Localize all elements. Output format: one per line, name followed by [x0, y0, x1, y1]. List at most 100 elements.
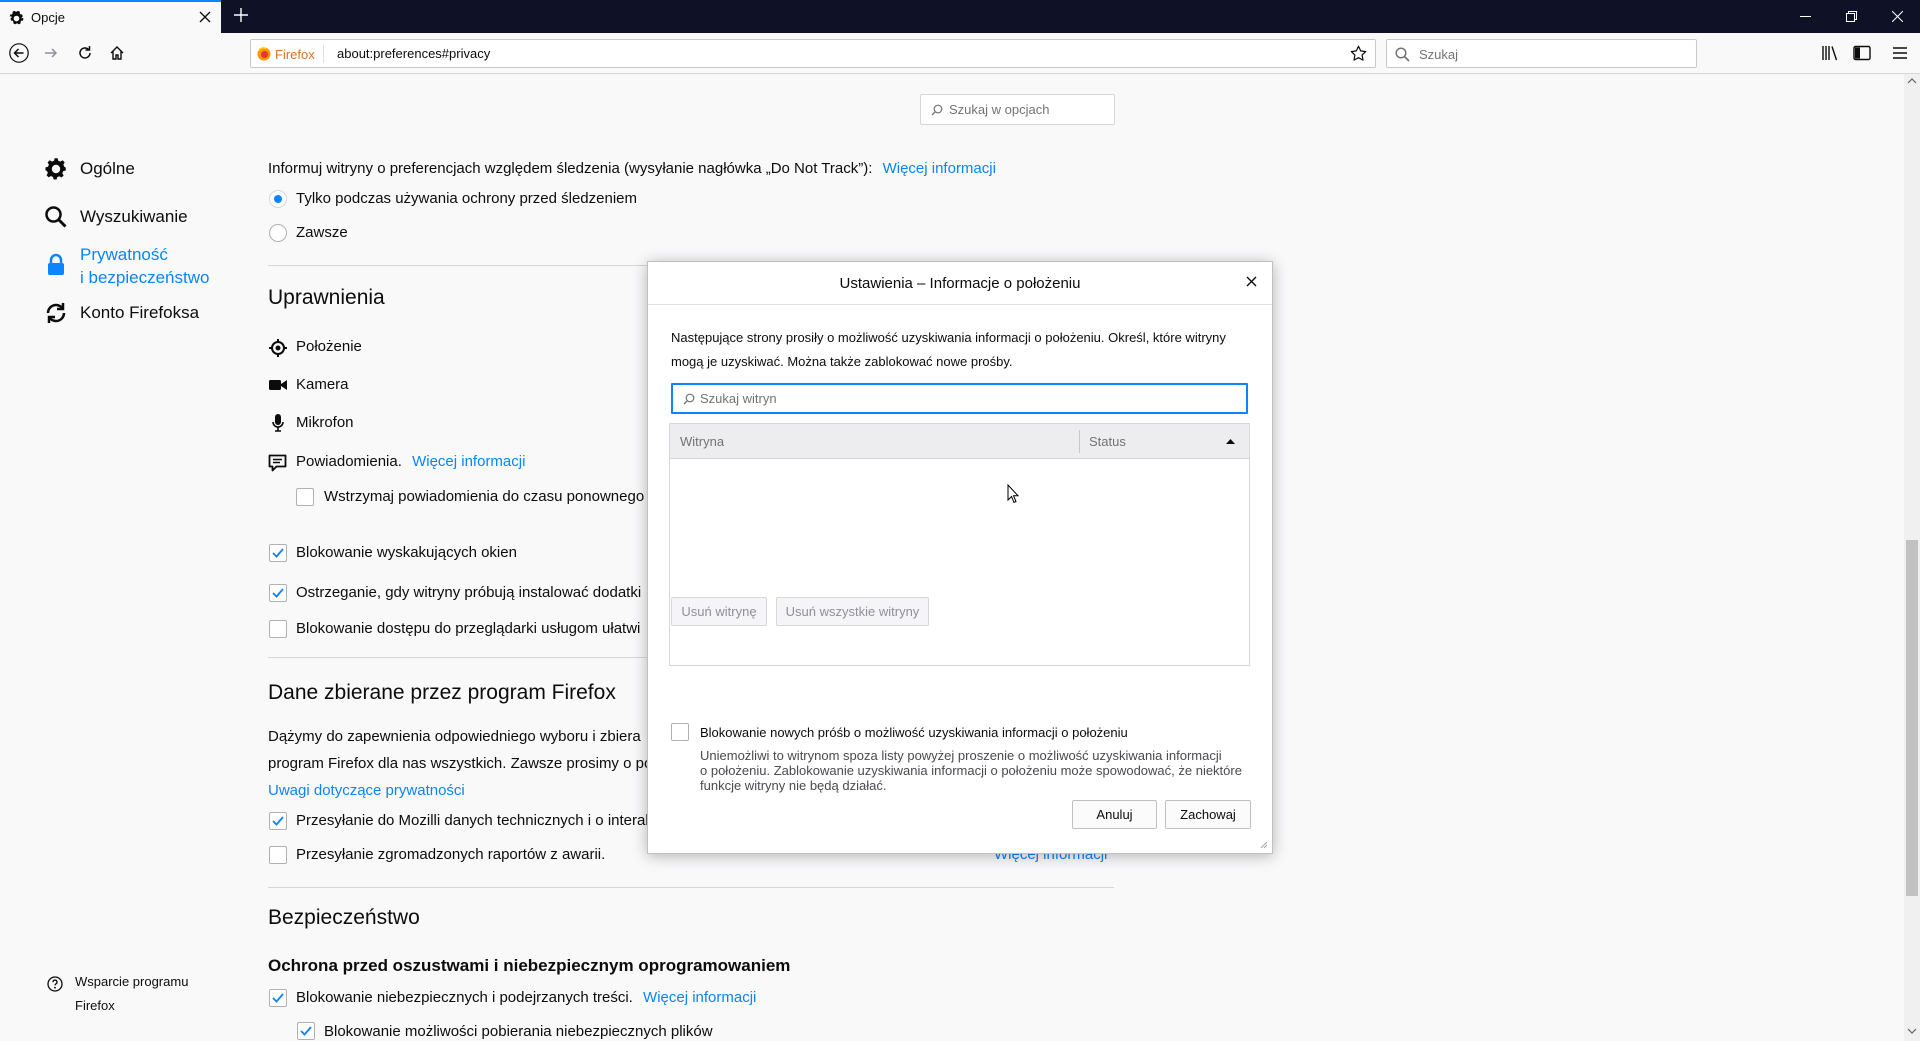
data-collection-heading: Dane zbierane przez program Firefox	[268, 681, 616, 704]
checkmark-icon	[272, 816, 284, 826]
sidebar-toggle-icon[interactable]	[1850, 41, 1874, 65]
dnt-radio-tracking-protection[interactable]	[269, 190, 287, 208]
new-tab-icon[interactable]	[233, 7, 249, 23]
security-heading: Bezpieczeństwo	[268, 906, 420, 929]
dangerous-more-info-link[interactable]: Więcej informacji	[643, 989, 756, 1006]
column-divider[interactable]	[1079, 430, 1080, 453]
sidebar-item-label: Prywatność i bezpieczeństwo	[80, 245, 210, 287]
send-crash-reports-checkbox[interactable]	[269, 846, 287, 864]
site-search-input[interactable]: Szukaj witryn	[671, 383, 1248, 414]
sidebar-item-firefox-account[interactable]: Konto Firefoksa	[44, 301, 199, 325]
search-icon	[931, 104, 943, 116]
restore-button[interactable]	[1828, 0, 1874, 33]
site-permissions-table[interactable]: Witryna Status	[669, 423, 1250, 666]
web-search-placeholder: Szukaj	[1419, 47, 1459, 62]
gear-icon	[9, 11, 24, 26]
camera-icon	[269, 378, 287, 392]
checkmark-icon	[272, 548, 284, 558]
sidebar-item-label: Wyszukiwanie	[80, 207, 188, 226]
sort-ascending-icon[interactable]	[1226, 439, 1235, 444]
sidebar-item-label: Konto Firefoksa	[80, 303, 200, 322]
lock-icon	[44, 243, 68, 277]
checkmark-icon	[300, 1026, 312, 1036]
url-bar[interactable]: Firefox about:preferences#privacy	[250, 39, 1376, 68]
sidebar-support-link[interactable]: Wsparcie programu Firefox	[47, 970, 188, 1018]
sync-icon	[44, 301, 68, 325]
checkmark-icon	[272, 588, 284, 598]
search-icon	[683, 393, 695, 405]
tab-options[interactable]: Opcje	[0, 0, 221, 33]
column-header-status[interactable]: Status	[1089, 434, 1126, 449]
dnt-option-label: Zawsze	[296, 224, 348, 241]
identity-box[interactable]: Firefox	[257, 45, 324, 63]
cancel-button[interactable]: Anuluj	[1072, 800, 1157, 829]
dnt-option-label: Tylko podczas używania ochrony przed śle…	[296, 190, 638, 207]
minimize-button[interactable]	[1782, 0, 1828, 33]
block-dangerous-checkbox[interactable]	[269, 989, 287, 1007]
send-technical-data-label: Przesyłanie do Mozilli danych techniczny…	[296, 812, 653, 829]
preferences-search-placeholder: Szukaj w opcjach	[949, 102, 1050, 117]
column-header-site[interactable]: Witryna	[680, 434, 724, 449]
home-button[interactable]	[105, 41, 129, 65]
block-new-requests-checkbox[interactable]	[671, 723, 689, 741]
microphone-icon	[272, 414, 284, 432]
remove-all-sites-button[interactable]: Usuń wszystkie witryny	[776, 597, 929, 626]
sidebar-item-general[interactable]: Ogólne	[44, 157, 135, 181]
close-tab-icon[interactable]	[199, 11, 211, 23]
library-icon[interactable]	[1818, 41, 1842, 65]
dnt-more-info-link[interactable]: Więcej informacji	[883, 160, 996, 177]
permission-microphone-label: Mikrofon	[296, 414, 354, 431]
sidebar-item-privacy[interactable]: Prywatność i bezpieczeństwo	[44, 243, 209, 289]
search-icon	[44, 205, 68, 229]
pause-notifications-checkbox[interactable]	[296, 488, 314, 506]
back-button[interactable]	[7, 41, 31, 65]
scroll-up-arrow-icon[interactable]	[1907, 78, 1917, 84]
send-technical-data-checkbox[interactable]	[269, 812, 287, 830]
table-header: Witryna Status	[670, 424, 1249, 459]
reload-button[interactable]	[73, 41, 97, 65]
checkmark-icon	[272, 993, 284, 1003]
identity-label: Firefox	[275, 46, 315, 62]
forward-button[interactable]	[39, 41, 63, 65]
help-icon	[47, 970, 63, 1018]
scrollbar-thumb[interactable]	[1906, 540, 1918, 896]
resize-grip-icon[interactable]	[1258, 839, 1268, 849]
dialog-title: Ustawienia – Informacje o położeniu	[648, 262, 1272, 305]
close-window-button[interactable]	[1874, 0, 1920, 33]
permissions-heading: Uprawnienia	[268, 286, 385, 309]
block-downloads-label: Blokowanie możliwości pobierania niebezp…	[324, 1023, 713, 1040]
gear-icon	[44, 157, 68, 181]
block-accessibility-checkbox[interactable]	[269, 620, 287, 638]
web-search-bar[interactable]: Szukaj	[1386, 39, 1697, 68]
remove-site-button[interactable]: Usuń witrynę	[671, 597, 767, 626]
scroll-down-arrow-icon[interactable]	[1907, 1028, 1917, 1034]
save-button[interactable]: Zachowaj	[1165, 800, 1251, 829]
data-collection-text: program Firefox dla nas wszystkich. Zaws…	[268, 755, 660, 772]
dnt-radio-always[interactable]	[269, 224, 287, 242]
preferences-search-input[interactable]: Szukaj w opcjach	[920, 94, 1115, 125]
data-collection-text: Dążymy do zapewnienia odpowiedniego wybo…	[268, 728, 641, 745]
tab-title: Opcje	[31, 10, 65, 25]
sidebar-item-label: Ogólne	[80, 159, 135, 178]
pause-notifications-label: Wstrzymaj powiadomienia do czasu ponowne…	[324, 488, 645, 505]
privacy-notes-link[interactable]: Uwagi dotyczące prywatności	[268, 782, 465, 799]
sidebar-item-search[interactable]: Wyszukiwanie	[44, 205, 188, 229]
search-icon	[1395, 47, 1410, 62]
notifications-more-info-link[interactable]: Więcej informacji	[412, 453, 525, 470]
send-crash-reports-label: Przesyłanie zgromadzonych raportów z awa…	[296, 846, 606, 863]
block-popups-checkbox[interactable]	[269, 544, 287, 562]
dialog-close-icon[interactable]	[1246, 276, 1257, 287]
firefox-logo-icon	[257, 47, 271, 61]
block-downloads-checkbox[interactable]	[297, 1022, 315, 1040]
warn-addons-label: Ostrzeganie, gdy witryny próbują instalo…	[296, 584, 642, 601]
notifications-icon	[268, 454, 287, 472]
warn-addons-checkbox[interactable]	[269, 584, 287, 602]
permission-camera-label: Kamera	[296, 376, 349, 393]
site-search-placeholder: Szukaj witryn	[700, 391, 777, 406]
menu-hamburger-icon[interactable]	[1888, 41, 1912, 65]
bookmark-star-icon[interactable]	[1350, 45, 1367, 62]
mouse-cursor-icon	[1007, 484, 1019, 504]
block-accessibility-label: Blokowanie dostępu do przeglądarki usług…	[296, 620, 641, 637]
tab-strip	[0, 0, 1920, 33]
location-permissions-dialog: Ustawienia – Informacje o położeniu Nast…	[647, 261, 1273, 854]
